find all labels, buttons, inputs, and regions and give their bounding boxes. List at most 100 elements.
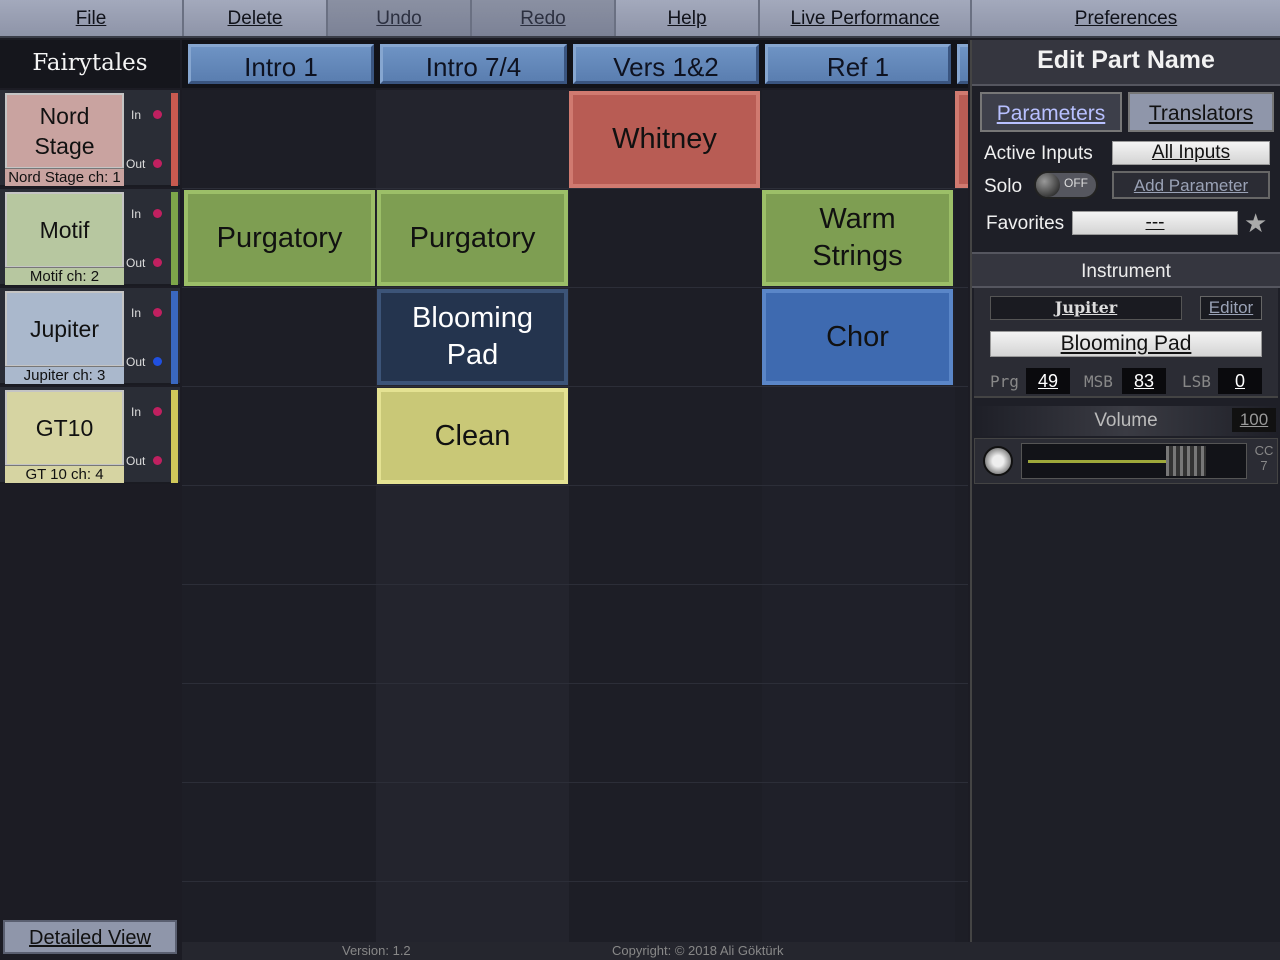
part-cell-blooming-pad[interactable]: Blooming Pad — [377, 289, 568, 385]
volume-row: Volume 100 — [974, 406, 1278, 436]
lsb-label: LSB — [1182, 372, 1211, 391]
track-gt10[interactable]: GT10 GT 10 ch: 4 In Out — [0, 387, 180, 484]
midi-out-led-icon — [153, 159, 162, 168]
volume-slider-fill — [1028, 460, 1166, 463]
cc-label: CC 7 — [1254, 443, 1274, 473]
version-text: Version: 1.2 — [342, 943, 411, 958]
track-out-label: Out — [126, 256, 146, 270]
menu-help[interactable]: Help — [616, 0, 760, 36]
volume-slider-row: CC 7 — [974, 438, 1278, 484]
midi-in-led-icon — [153, 209, 162, 218]
part-cell-purgatory-intro-7-4[interactable]: Purgatory — [377, 190, 568, 286]
part-cell-partial[interactable] — [955, 91, 968, 188]
grid-row-line — [182, 881, 968, 882]
tab-parameters[interactable]: Parameters — [980, 92, 1122, 132]
part-cell-warm-strings[interactable]: Warm Strings — [762, 190, 953, 286]
track-color-stripe — [171, 192, 178, 285]
volume-value[interactable]: 100 — [1232, 408, 1276, 432]
grid-row-line — [182, 683, 968, 684]
section-intro-1[interactable]: Intro 1 — [188, 44, 374, 84]
track-nord-stage[interactable]: Nord Stage Nord Stage ch: 1 In Out — [0, 90, 180, 187]
prg-label: Prg — [990, 372, 1019, 391]
favorites-field[interactable]: --- — [1072, 211, 1238, 235]
midi-in-led-icon — [153, 308, 162, 317]
menu-bar: File Delete Undo Redo Help Live Performa… — [0, 0, 1280, 38]
track-in-label: In — [131, 306, 142, 320]
grid-row-line — [182, 386, 968, 387]
track-color-stripe — [171, 291, 178, 384]
track-name[interactable]: GT10 — [5, 390, 124, 466]
section-header-bar: Intro 1 Intro 7/4 Vers 1&2 Ref 1 — [182, 40, 968, 88]
menu-preferences[interactable]: Preferences — [972, 0, 1280, 36]
track-channel: Nord Stage ch: 1 — [5, 168, 124, 186]
midi-out-led-icon — [153, 357, 162, 366]
track-out-label: Out — [126, 355, 146, 369]
midi-out-led-icon — [153, 456, 162, 465]
copyright-text: Copyright: © 2018 Ali Göktürk — [612, 943, 784, 958]
track-in-label: In — [131, 108, 142, 122]
track-channel: Jupiter ch: 3 — [5, 366, 124, 384]
part-cell-clean[interactable]: Clean — [377, 388, 568, 484]
active-inputs-field[interactable]: All Inputs — [1112, 141, 1270, 165]
editor-button[interactable]: Editor — [1200, 296, 1262, 320]
active-inputs-label: Active Inputs — [984, 143, 1093, 164]
volume-slider-thumb[interactable] — [1166, 446, 1206, 476]
track-name[interactable]: Nord Stage — [5, 93, 124, 169]
midi-learn-knob-icon[interactable] — [983, 446, 1013, 476]
track-color-stripe — [171, 390, 178, 483]
section-intro-7-4[interactable]: Intro 7/4 — [380, 44, 567, 84]
add-parameter-button[interactable]: Add Parameter — [1112, 171, 1270, 199]
track-out-label: Out — [126, 454, 146, 468]
midi-in-led-icon — [153, 407, 162, 416]
toggle-knob-icon — [1036, 173, 1060, 197]
midi-out-led-icon — [153, 258, 162, 267]
favorites-label: Favorites — [986, 213, 1065, 234]
menu-file[interactable]: File — [0, 0, 184, 36]
instrument-box: Jupiter Editor Blooming Pad Prg 49 MSB 8… — [974, 288, 1278, 398]
lsb-value[interactable]: 0 — [1218, 368, 1262, 394]
section-vers-1-2[interactable]: Vers 1&2 — [573, 44, 759, 84]
solo-toggle[interactable]: OFF — [1034, 171, 1098, 199]
track-name[interactable]: Motif — [5, 192, 124, 268]
menu-live-performance[interactable]: Live Performance — [760, 0, 972, 36]
track-out-label: Out — [126, 157, 146, 171]
track-channel: Motif ch: 2 — [5, 267, 124, 285]
part-cell-chor[interactable]: Chor — [762, 289, 953, 385]
solo-label: Solo — [984, 176, 1023, 197]
track-in-label: In — [131, 207, 142, 221]
grid-row-line — [182, 782, 968, 783]
edit-part-panel: Edit Part Name Parameters Translators Ac… — [970, 40, 1280, 942]
part-cell-whitney[interactable]: Whitney — [569, 91, 760, 188]
menu-delete[interactable]: Delete — [184, 0, 328, 36]
volume-slider[interactable] — [1021, 443, 1247, 479]
star-icon[interactable]: ★ — [1244, 208, 1267, 239]
prg-value[interactable]: 49 — [1026, 368, 1070, 394]
menu-undo[interactable]: Undo — [328, 0, 472, 36]
footer: Version: 1.2 Copyright: © 2018 Ali Göktü… — [182, 942, 1280, 960]
track-color-stripe — [171, 93, 178, 186]
menu-redo[interactable]: Redo — [472, 0, 616, 36]
midi-in-led-icon — [153, 110, 162, 119]
patch-name-field[interactable]: Blooming Pad — [990, 331, 1262, 357]
part-grid: Whitney Purgatory Purgatory Warm Strings… — [182, 90, 968, 942]
instrument-header: Instrument — [972, 252, 1280, 288]
grid-row-line — [182, 485, 968, 486]
track-motif[interactable]: Motif Motif ch: 2 In Out — [0, 189, 180, 286]
track-name[interactable]: Jupiter — [5, 291, 124, 367]
solo-state: OFF — [1064, 176, 1088, 190]
panel-title: Edit Part Name — [972, 40, 1280, 86]
song-title[interactable]: Fairytales — [0, 40, 180, 88]
tab-translators[interactable]: Translators — [1128, 92, 1274, 132]
instrument-name[interactable]: Jupiter — [990, 296, 1182, 320]
grid-row-line — [182, 584, 968, 585]
section-ref-1[interactable]: Ref 1 — [765, 44, 951, 84]
track-in-label: In — [131, 405, 142, 419]
detailed-view-button[interactable]: Detailed View — [3, 920, 177, 954]
section-next-partial[interactable] — [957, 44, 968, 84]
grid-row-line — [182, 188, 968, 189]
part-cell-purgatory-intro-1[interactable]: Purgatory — [184, 190, 375, 286]
track-jupiter[interactable]: Jupiter Jupiter ch: 3 In Out — [0, 288, 180, 385]
msb-label: MSB — [1084, 372, 1113, 391]
track-channel: GT 10 ch: 4 — [5, 465, 124, 483]
msb-value[interactable]: 83 — [1122, 368, 1166, 394]
